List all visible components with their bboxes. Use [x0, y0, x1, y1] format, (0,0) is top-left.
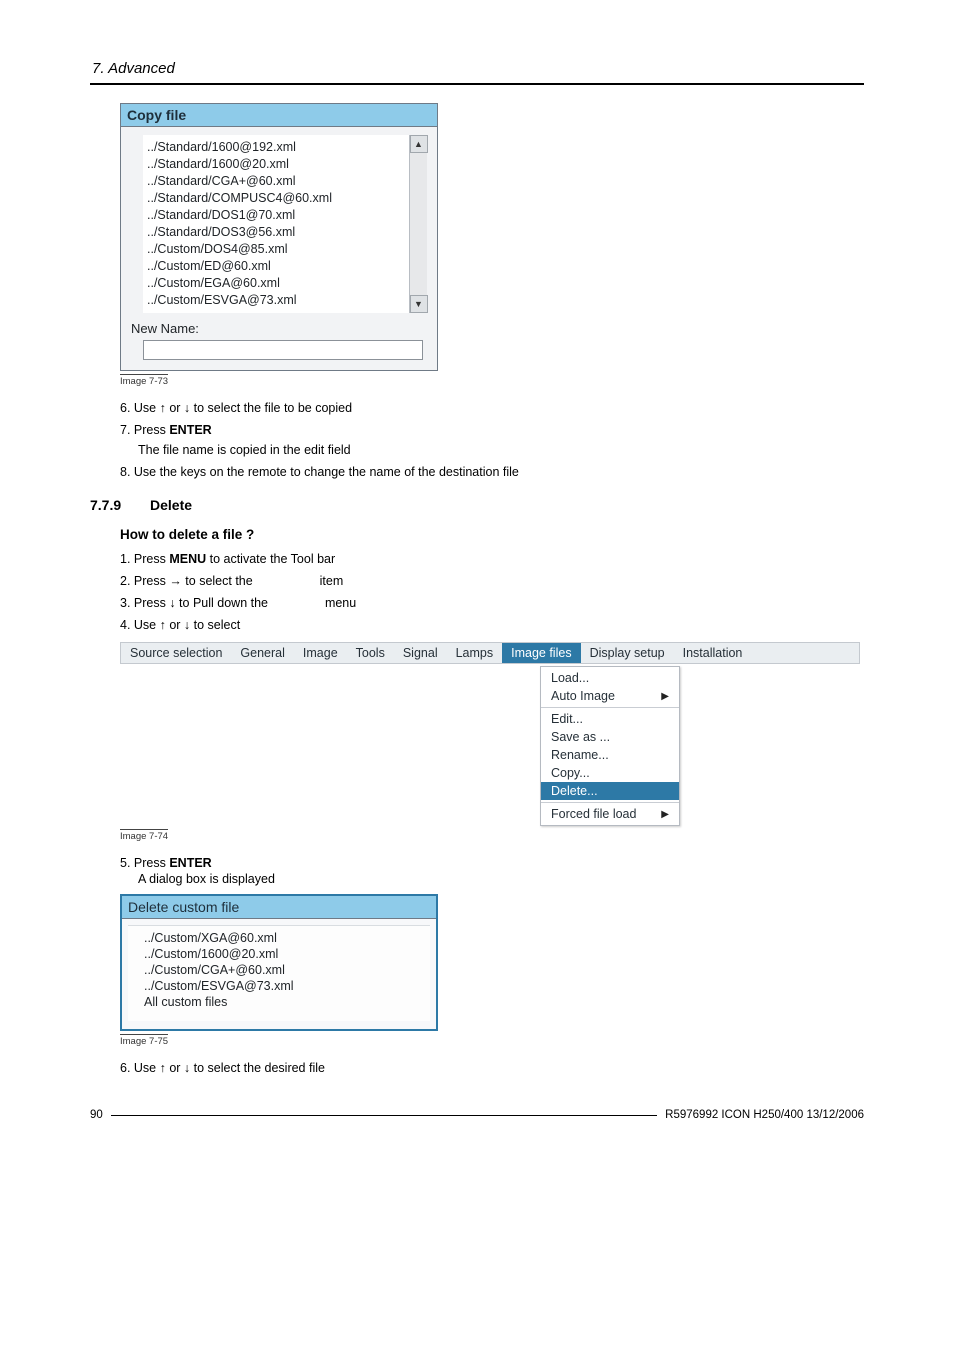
toolbar-item-lamps[interactable]: Lamps	[447, 643, 503, 663]
page-header-title: 7. Advanced	[90, 60, 864, 77]
file-item[interactable]: ../Standard/DOS3@56.xml	[147, 224, 405, 241]
step-1b: 1. Press MENU to activate the Tool bar	[120, 552, 864, 566]
step-2b: 2. Press → to select the item	[120, 574, 864, 588]
new-name-label: New Name:	[131, 321, 427, 336]
toolbar-item-display-setup[interactable]: Display setup	[581, 643, 674, 663]
image-files-dropdown: Load... Auto Image▶ Edit... Save as ... …	[540, 666, 680, 826]
chevron-right-icon: ▶	[661, 809, 669, 820]
image-caption-73: Image 7-73	[120, 374, 168, 387]
step-6d: 6. Use ↑ or ↓ to select the desired file	[120, 1061, 864, 1075]
new-name-input[interactable]	[143, 340, 423, 360]
step-8a: 8. Use the keys on the remote to change …	[120, 465, 864, 479]
scroll-down-icon[interactable]: ▼	[410, 295, 428, 313]
file-item[interactable]: ../Standard/COMPUSC4@60.xml	[147, 190, 405, 207]
step-5c: 5. Press ENTER A dialog box is displayed	[120, 856, 864, 886]
menu-item-rename[interactable]: Rename...	[541, 746, 679, 764]
step-7a: 7. Press ENTER The file name is copied i…	[120, 423, 864, 457]
step-5c-sub: A dialog box is displayed	[138, 872, 864, 886]
file-item[interactable]: ../Standard/CGA+@60.xml	[147, 173, 405, 190]
scrollbar[interactable]: ▲ ▼	[409, 135, 427, 313]
file-item[interactable]: ../Custom/DOS4@85.xml	[147, 241, 405, 258]
toolbar-item-source[interactable]: Source selection	[121, 643, 231, 663]
section-number: 7.7.9	[90, 497, 150, 513]
scroll-up-icon[interactable]: ▲	[410, 135, 428, 153]
page-number: 90	[90, 1109, 103, 1121]
file-item[interactable]: ../Standard/1600@20.xml	[147, 156, 405, 173]
file-item[interactable]: ../Custom/EGA@60.xml	[147, 275, 405, 292]
file-item[interactable]: All custom files	[144, 994, 424, 1010]
toolbar-item-image-files[interactable]: Image files	[502, 643, 580, 663]
section-title: Delete	[150, 497, 192, 513]
toolbar-item-tools[interactable]: Tools	[347, 643, 394, 663]
header-rule	[90, 83, 864, 85]
file-item[interactable]: ../Custom/XGA@60.xml	[144, 930, 424, 946]
copy-file-dialog-title: Copy file	[121, 104, 437, 127]
menu-toolbar: Source selection General Image Tools Sig…	[120, 642, 860, 664]
page-footer: 90 R5976992 ICON H250/400 13/12/2006	[90, 1109, 864, 1121]
subheading: How to delete a file ?	[120, 527, 864, 542]
menu-item-delete[interactable]: Delete...	[541, 782, 679, 800]
step-7a-sub: The file name is copied in the edit fiel…	[138, 443, 864, 457]
delete-dialog-title: Delete custom file	[122, 896, 436, 919]
menu-item-copy[interactable]: Copy...	[541, 764, 679, 782]
image-caption-75: Image 7-75	[120, 1034, 168, 1047]
delete-file-listbox[interactable]: ../Custom/XGA@60.xml ../Custom/1600@20.x…	[128, 925, 430, 1021]
file-item[interactable]: ../Custom/ESVGA@73.xml	[147, 292, 405, 309]
toolbar-item-general[interactable]: General	[231, 643, 293, 663]
file-item[interactable]: ../Custom/ESVGA@73.xml	[144, 978, 424, 994]
file-item[interactable]: ../Custom/ED@60.xml	[147, 258, 405, 275]
menu-item-edit[interactable]: Edit...	[541, 710, 679, 728]
footer-reference: R5976992 ICON H250/400 13/12/2006	[665, 1109, 864, 1121]
file-item[interactable]: ../Standard/1600@192.xml	[147, 139, 405, 156]
menu-item-load[interactable]: Load...	[541, 669, 679, 687]
menu-item-auto-image[interactable]: Auto Image▶	[541, 687, 679, 705]
step-6a: 6. Use ↑ or ↓ to select the file to be c…	[120, 401, 864, 415]
file-listbox[interactable]: ../Standard/1600@192.xml ../Standard/160…	[143, 135, 427, 313]
footer-rule	[111, 1115, 657, 1116]
toolbar-item-installation[interactable]: Installation	[674, 643, 752, 663]
step-3b: 3. Press ↓ to Pull down the menu	[120, 596, 864, 610]
menu-item-save-as[interactable]: Save as ...	[541, 728, 679, 746]
copy-file-dialog: Copy file ../Standard/1600@192.xml ../St…	[120, 103, 438, 371]
file-item[interactable]: ../Custom/CGA+@60.xml	[144, 962, 424, 978]
image-caption-74: Image 7-74	[120, 829, 168, 842]
menu-item-forced-file-load[interactable]: Forced file load▶	[541, 805, 679, 823]
file-item[interactable]: ../Standard/DOS1@70.xml	[147, 207, 405, 224]
delete-custom-file-dialog: Delete custom file ../Custom/XGA@60.xml …	[120, 894, 438, 1031]
toolbar-figure: Source selection General Image Tools Sig…	[120, 642, 860, 826]
chevron-right-icon: ▶	[661, 691, 669, 702]
toolbar-item-signal[interactable]: Signal	[394, 643, 447, 663]
file-item[interactable]: ../Custom/1600@20.xml	[144, 946, 424, 962]
step-4b: 4. Use ↑ or ↓ to select	[120, 618, 864, 632]
toolbar-item-image[interactable]: Image	[294, 643, 347, 663]
